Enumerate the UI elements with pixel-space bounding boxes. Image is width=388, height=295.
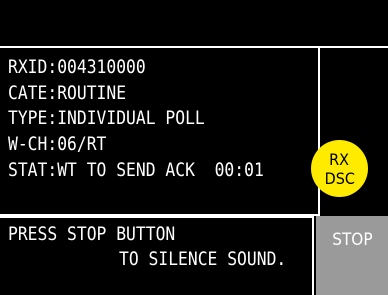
- call-info-panel: RXID:004310000 CATE:ROUTINE TYPE:INDIVID…: [0, 48, 320, 216]
- rx-dsc-indicator-line2: DSC: [324, 168, 355, 188]
- type-line: TYPE:INDIVIDUAL POLL: [8, 107, 205, 129]
- rxid-line: RXID:004310000: [8, 56, 146, 78]
- stop-button-label: STOP: [331, 230, 373, 250]
- work-channel-line: W-CH:06/RT: [8, 133, 107, 155]
- category-line: CATE:ROUTINE: [8, 82, 127, 104]
- stop-button[interactable]: STOP: [316, 216, 388, 295]
- status-line: STAT:WT TO SEND ACK 00:01: [8, 159, 264, 181]
- rx-dsc-indicator-line1: RX: [329, 149, 350, 169]
- dsc-receive-screen: RXID:004310000 CATE:ROUTINE TYPE:INDIVID…: [0, 0, 388, 295]
- instruction-line-2: TO SILENCE SOUND.: [119, 248, 287, 270]
- instruction-line-1: PRESS STOP BUTTON: [8, 223, 176, 245]
- rx-dsc-indicator: RX DSC: [311, 140, 368, 197]
- instruction-panel: PRESS STOP BUTTON TO SILENCE SOUND.: [0, 216, 314, 295]
